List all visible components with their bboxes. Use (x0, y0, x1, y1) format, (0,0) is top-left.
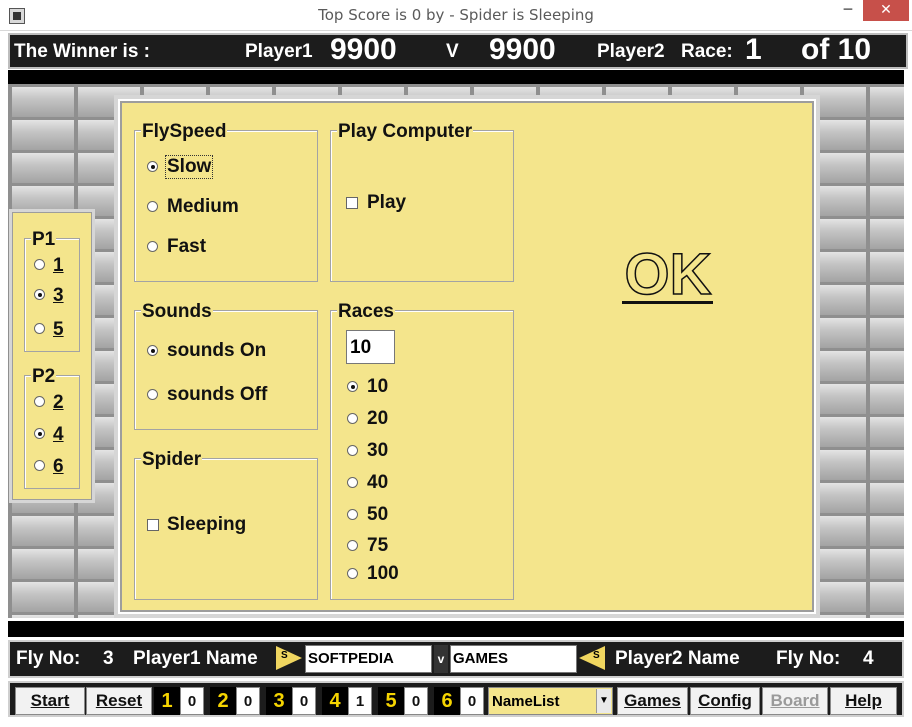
races-option-30[interactable]: 30 (367, 440, 388, 462)
flyspeed-option-fast[interactable]: Fast (167, 236, 206, 258)
versus-label: V (446, 41, 459, 62)
races-title: Races (337, 301, 395, 323)
counter-1-value: 0 (180, 687, 204, 715)
start-button[interactable]: Start (15, 687, 85, 715)
config-button[interactable]: Config (690, 687, 760, 715)
sounds-group (134, 310, 318, 430)
races-option-10[interactable]: 10 (367, 376, 388, 398)
flyspeed-option-medium[interactable]: Medium (167, 196, 239, 218)
race-current: 1 (745, 33, 762, 66)
play-checkbox[interactable] (346, 197, 358, 209)
player1-score: 9900 (330, 33, 397, 66)
fly-no-label-right: Fly No: (776, 648, 841, 669)
counter-2-label: 2 (210, 687, 236, 715)
flyspeed-radio-fast[interactable] (147, 241, 158, 252)
races-option-100[interactable]: 100 (367, 563, 399, 585)
ok-underline (622, 301, 713, 304)
races-radio-10[interactable] (347, 381, 358, 392)
namelist-dropdown[interactable]: NameList (488, 687, 613, 715)
races-radio-75[interactable] (347, 540, 358, 551)
flyspeed-radio-slow[interactable] (147, 161, 158, 172)
p1-option-5[interactable]: 5 (53, 319, 64, 341)
player2-name-label: Player2 Name (615, 648, 740, 669)
player1-s-badge: S (281, 650, 288, 661)
player2-s-badge: S (593, 650, 600, 661)
counter-4-value: 1 (348, 687, 372, 715)
p2-option-6[interactable]: 6 (53, 456, 64, 478)
p2-option-2[interactable]: 2 (53, 392, 64, 414)
races-radio-20[interactable] (347, 413, 358, 424)
help-button[interactable]: Help (830, 687, 897, 715)
player2-label: Player2 (597, 41, 665, 62)
flyspeed-option-slow[interactable]: Slow (164, 155, 214, 179)
minimize-button[interactable]: ─ (834, 0, 862, 22)
sounds-option-on[interactable]: sounds On (167, 340, 266, 362)
sleeping-checkbox-label[interactable]: Sleeping (167, 514, 246, 536)
winner-label: The Winner is : (14, 41, 151, 62)
counter-6-value: 0 (460, 687, 484, 715)
races-option-75[interactable]: 75 (367, 535, 388, 557)
p1-radio-5[interactable] (34, 323, 45, 334)
p1-radio-3[interactable] (34, 289, 45, 300)
games-button[interactable]: Games (617, 687, 688, 715)
player2-name-input[interactable]: GAMES (450, 645, 577, 673)
player1-label: Player1 (245, 41, 313, 62)
p1-group (24, 238, 80, 352)
fly-no-label-left: Fly No: (16, 648, 81, 669)
flyspeed-title: FlySpeed (141, 121, 228, 143)
bottom-divider (8, 621, 904, 637)
p2-title: P2 (31, 366, 57, 388)
close-button[interactable]: ✕ (863, 0, 909, 21)
races-radio-30[interactable] (347, 445, 358, 456)
counter-5-value: 0 (404, 687, 428, 715)
races-radio-100[interactable] (347, 568, 358, 579)
race-total: of 10 (801, 33, 872, 66)
top-divider (8, 70, 904, 84)
player1-name-label: Player1 Name (133, 648, 258, 669)
counter-3-value: 0 (292, 687, 316, 715)
p2-radio-4[interactable] (34, 428, 45, 439)
races-radio-40[interactable] (347, 477, 358, 488)
fly-no-right: 4 (863, 648, 874, 669)
p1-title: P1 (31, 229, 57, 251)
flyspeed-radio-medium[interactable] (147, 201, 158, 212)
counter-6-label: 6 (434, 687, 460, 715)
counter-5-label: 5 (378, 687, 404, 715)
window-title: Top Score is 0 by - Spider is Sleeping (318, 6, 594, 24)
race-label: Race: (681, 41, 733, 62)
counter-1-label: 1 (154, 687, 180, 715)
sounds-title: Sounds (141, 301, 213, 323)
counter-2-value: 0 (236, 687, 260, 715)
sleeping-checkbox[interactable] (147, 519, 159, 531)
spider-title: Spider (141, 449, 203, 471)
fly-no-left: 3 (103, 648, 114, 669)
reset-button[interactable]: Reset (86, 687, 152, 715)
p2-group (24, 375, 80, 489)
races-option-50[interactable]: 50 (367, 504, 388, 526)
races-option-40[interactable]: 40 (367, 472, 388, 494)
play-computer-title: Play Computer (337, 121, 474, 143)
p1-option-1[interactable]: 1 (53, 255, 64, 277)
sounds-radio-on[interactable] (147, 345, 158, 356)
chevron-down-icon[interactable]: ▼ (596, 689, 611, 713)
p1-option-3[interactable]: 3 (53, 285, 64, 307)
ok-button[interactable]: OK (622, 245, 714, 307)
board-button[interactable]: Board (762, 687, 828, 715)
counter-4-label: 4 (322, 687, 348, 715)
races-option-20[interactable]: 20 (367, 408, 388, 430)
play-checkbox-label[interactable]: Play (367, 192, 406, 214)
p2-radio-2[interactable] (34, 396, 45, 407)
player1-name-input[interactable]: SOFTPEDIA (305, 645, 432, 673)
swap-button[interactable]: v (434, 645, 448, 673)
sounds-option-off[interactable]: sounds Off (167, 384, 267, 406)
sounds-radio-off[interactable] (147, 389, 158, 400)
p2-radio-6[interactable] (34, 460, 45, 471)
player2-score: 9900 (489, 33, 556, 66)
p1-radio-1[interactable] (34, 259, 45, 270)
races-radio-50[interactable] (347, 509, 358, 520)
counter-3-label: 3 (266, 687, 292, 715)
p2-option-4[interactable]: 4 (53, 424, 64, 446)
races-input[interactable]: 10 (346, 330, 395, 364)
